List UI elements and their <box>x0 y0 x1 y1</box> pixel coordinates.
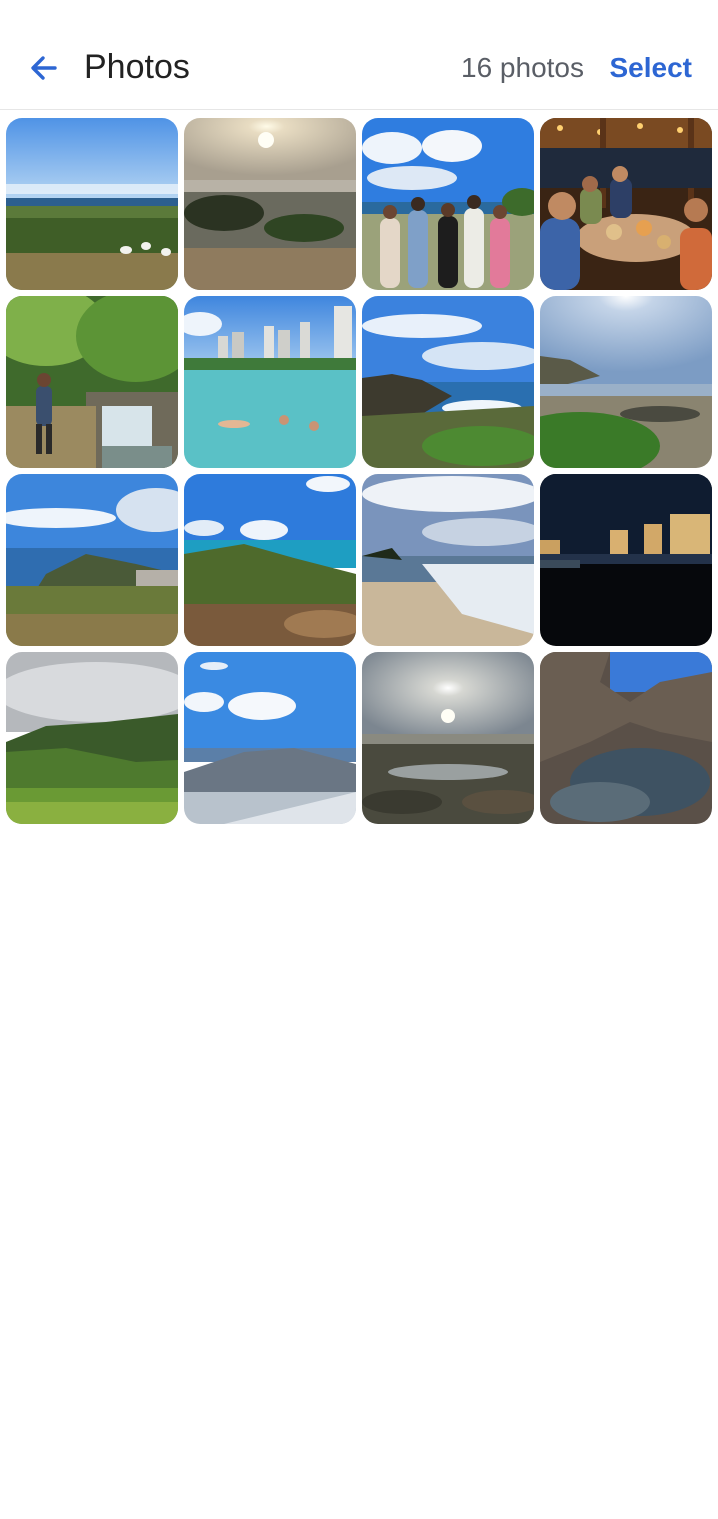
arrow-left-icon <box>31 56 57 80</box>
photo-thumbnail[interactable] <box>6 296 178 468</box>
photo-thumbnail[interactable] <box>6 118 178 290</box>
photo-thumbnail[interactable] <box>6 474 178 646</box>
photo-count: 16 photos <box>461 52 584 83</box>
photo-thumbnail[interactable] <box>540 118 712 290</box>
photo-thumbnail[interactable] <box>184 652 356 824</box>
photo-thumbnail[interactable] <box>362 118 534 290</box>
photo-thumbnail[interactable] <box>540 296 712 468</box>
photo-thumbnail[interactable] <box>362 296 534 468</box>
back-button[interactable] <box>22 46 66 90</box>
page-title: Photos <box>84 48 190 86</box>
select-button[interactable]: Select <box>610 50 693 86</box>
photo-grid <box>6 118 712 824</box>
photo-thumbnail[interactable] <box>362 474 534 646</box>
photo-thumbnail[interactable] <box>362 652 534 824</box>
app-header: Photos 16 photos Select <box>0 0 718 110</box>
photo-thumbnail[interactable] <box>184 118 356 290</box>
photo-thumbnail[interactable] <box>540 652 712 824</box>
photo-thumbnail[interactable] <box>540 474 712 646</box>
photo-thumbnail[interactable] <box>184 474 356 646</box>
photo-thumbnail[interactable] <box>184 296 356 468</box>
photo-thumbnail[interactable] <box>6 652 178 824</box>
